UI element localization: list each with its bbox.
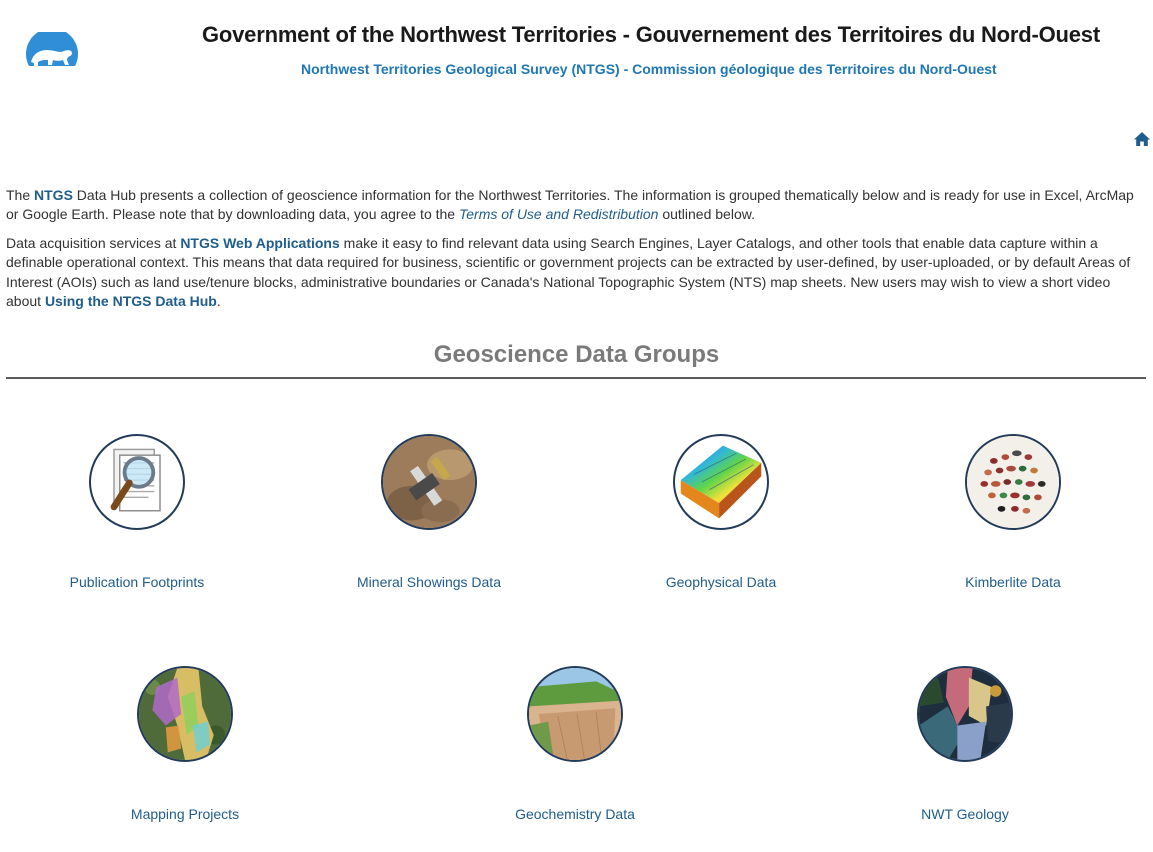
intro-text-span: The xyxy=(6,187,35,203)
gemstones-icon xyxy=(965,434,1061,530)
card-nwt-geology[interactable]: NWT Geology xyxy=(845,666,1085,822)
geology-map-icon xyxy=(917,666,1013,762)
intro-paragraph-1: The NTGS Data Hub presents a collection … xyxy=(6,186,1148,225)
home-icon xyxy=(1134,132,1150,146)
ntgs-web-applications-link[interactable]: NTGS Web Applications xyxy=(180,235,339,251)
card-kimberlite-data[interactable]: Kimberlite Data xyxy=(893,434,1133,590)
magnifier-document-icon xyxy=(89,434,185,530)
section-title: Geoscience Data Groups xyxy=(433,341,720,368)
gnwt-polar-bear-logo[interactable] xyxy=(25,28,79,80)
card-publication-footprints[interactable]: Publication Footprints xyxy=(17,434,257,590)
card-geophysical-data[interactable]: Geophysical Data xyxy=(601,434,841,590)
card-label: NWT Geology xyxy=(921,806,1009,822)
card-geochemistry-data[interactable]: Geochemistry Data xyxy=(455,666,695,822)
card-label: Mineral Showings Data xyxy=(357,574,501,590)
intro-text-span: outlined below. xyxy=(658,206,755,223)
government-title: Government of the Northwest Territories … xyxy=(202,22,1100,47)
card-mapping-projects[interactable]: Mapping Projects xyxy=(65,666,305,822)
intro-text: The NTGS Data Hub presents a collection … xyxy=(6,186,1148,320)
home-button[interactable] xyxy=(1133,130,1151,148)
card-label: Mapping Projects xyxy=(130,806,240,822)
ntgs-link[interactable]: NTGS xyxy=(34,187,73,203)
geophysics-surface-icon xyxy=(673,434,769,530)
page: Government of the Northwest Territories … xyxy=(0,0,1153,852)
card-label: Publication Footprints xyxy=(69,574,205,590)
rock-hammer-icon xyxy=(381,434,477,530)
intro-text-span: . xyxy=(216,293,221,310)
cliff-outcrop-icon xyxy=(527,666,623,762)
card-mineral-showings[interactable]: Mineral Showings Data xyxy=(309,434,549,590)
aerial-map-icon xyxy=(137,666,233,762)
card-label: Geophysical Data xyxy=(665,574,777,590)
intro-text-span: Data acquisition services at xyxy=(6,234,181,251)
using-data-hub-video-link[interactable]: Using the NTGS Data Hub xyxy=(45,293,217,309)
terms-of-use-text: Terms of Use and Redistribution xyxy=(458,206,659,223)
intro-paragraph-2: Data acquisition services at NTGS Web Ap… xyxy=(6,234,1148,312)
card-label: Kimberlite Data xyxy=(965,574,1061,590)
polar-bear-icon xyxy=(25,28,79,80)
card-label: Geochemistry Data xyxy=(515,806,635,822)
ntgs-subtitle: Northwest Territories Geological Survey … xyxy=(301,61,997,77)
section-divider xyxy=(6,377,1146,379)
